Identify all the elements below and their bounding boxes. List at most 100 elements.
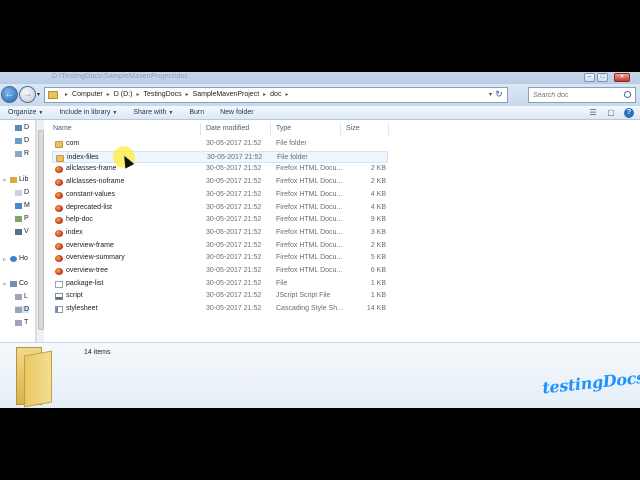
breadcrumb-samplemavenproject[interactable]: SampleMavenProject <box>191 91 262 98</box>
file-type: Firefox HTML Docu... <box>276 228 343 236</box>
command-bar: Organize ▼ Include in library ▼ Share with… <box>0 106 640 120</box>
file-date: 30-05-2017 21:52 <box>206 279 262 287</box>
file-row[interactable]: deprecated-list 30-05-2017 21:52 Firefox H… <box>52 202 388 215</box>
column-divider[interactable] <box>388 123 389 135</box>
file-row[interactable]: index-files 30-05-2017 21:52 File folder <box>52 150 388 164</box>
nav-item-documents[interactable]: D <box>15 189 29 196</box>
file-name: stylesheet <box>66 305 98 313</box>
column-header-size[interactable]: Size <box>346 125 360 132</box>
file-type: Firefox HTML Docu... <box>276 165 343 173</box>
nav-item-drive-d[interactable]: D <box>15 306 30 313</box>
chevron-down-icon: ▼ <box>112 110 118 116</box>
chevron-down-icon[interactable]: ▾ <box>489 91 492 98</box>
preview-pane-icon[interactable]: ▢ <box>606 108 616 117</box>
nav-item-recent[interactable]: R <box>15 150 29 157</box>
file-name: allclasses-noframe <box>66 178 125 186</box>
music-icon <box>15 202 22 209</box>
address-bar[interactable]: ▸ Computer ▸ D (D:) ▸ TestingDocs ▸ Samp… <box>44 87 508 103</box>
maximize-button[interactable]: □ <box>597 73 608 82</box>
chevron-right-icon[interactable]: ▸ <box>283 91 290 98</box>
refresh-icon[interactable]: ↻ <box>493 89 505 101</box>
file-row[interactable]: allclasses-frame 30-05-2017 21:52 Firefox … <box>52 163 388 176</box>
file-row[interactable]: overview-frame 30-05-2017 21:52 Firefox HT… <box>52 240 388 253</box>
nav-item-libraries[interactable]: Lib <box>10 176 28 183</box>
change-view-icon[interactable]: ☰ <box>588 108 598 117</box>
expand-arrow-icon[interactable]: ▿ <box>3 177 6 184</box>
chevron-right-icon[interactable]: ▸ <box>134 91 141 98</box>
jscript-icon <box>55 293 63 301</box>
file-size: 4 KB <box>370 203 386 211</box>
nav-item-homegroup[interactable]: Ho <box>10 255 28 262</box>
breadcrumb-doc[interactable]: doc <box>268 91 283 98</box>
navigation-scrollbar[interactable] <box>36 120 44 342</box>
recent-icon <box>15 150 22 157</box>
file-name: help-doc <box>66 216 93 224</box>
file-type: Firefox HTML Docu... <box>276 190 343 198</box>
back-button[interactable]: ← <box>1 86 18 103</box>
include-library-label: Include in library <box>59 109 111 116</box>
file-row[interactable]: constant-values 30-05-2017 21:52 Firefox H… <box>52 189 388 202</box>
nav-item-desktop[interactable]: D <box>15 124 29 131</box>
file-name: script <box>66 292 83 300</box>
file-name: allclasses-frame <box>66 165 117 173</box>
close-button[interactable]: ✕ <box>614 73 630 82</box>
search-box[interactable] <box>528 87 636 103</box>
chevron-right-icon[interactable]: ▸ <box>105 91 112 98</box>
burn-button[interactable]: Burn <box>181 109 212 116</box>
column-header-type[interactable]: Type <box>276 125 291 132</box>
nav-item-videos[interactable]: V <box>15 228 29 235</box>
file-row[interactable]: com 30-05-2017 21:52 File folder <box>52 138 388 151</box>
nav-item-computer[interactable]: Co <box>10 280 28 287</box>
file-date: 30-05-2017 21:52 <box>206 203 262 211</box>
firefox-html-icon <box>55 268 63 275</box>
search-icon[interactable] <box>624 91 631 98</box>
pictures-icon <box>15 215 22 222</box>
file-name: overview-tree <box>66 267 109 274</box>
title-bar[interactable]: D:\TestingDocs\SampleMavenProject\doc – … <box>0 72 640 84</box>
organize-menu[interactable]: Organize ▼ <box>0 109 51 116</box>
new-folder-button[interactable]: New folder <box>212 109 261 116</box>
chevron-right-icon[interactable]: ▸ <box>184 91 191 98</box>
nav-item-local-disk[interactable]: L <box>15 293 28 300</box>
share-with-label: Share with <box>133 109 167 116</box>
nav-item-downloads[interactable]: D <box>15 137 29 144</box>
forward-button[interactable]: → <box>19 86 36 103</box>
drive-icon <box>15 319 22 326</box>
chevron-right-icon[interactable]: ▸ <box>63 91 70 98</box>
file-row[interactable]: stylesheet 30-05-2017 21:52 Cascading Styl… <box>52 303 388 316</box>
column-divider[interactable] <box>200 123 201 135</box>
column-header-date[interactable]: Date modified <box>206 125 249 132</box>
file-date: 30-05-2017 21:52 <box>206 165 262 173</box>
search-input[interactable] <box>533 90 623 100</box>
file-row[interactable]: package-list 30-05-2017 21:52 File 1 KB <box>52 278 388 291</box>
column-divider[interactable] <box>270 123 271 135</box>
help-icon[interactable]: ? <box>624 108 634 118</box>
column-divider[interactable] <box>340 123 341 135</box>
file-name: package-list <box>66 279 104 287</box>
nav-item-drive-t[interactable]: T <box>15 319 28 326</box>
file-date: 30-05-2017 21:52 <box>206 178 262 186</box>
chevron-right-icon[interactable]: ▸ <box>261 91 268 98</box>
expand-arrow-icon[interactable]: ▹ <box>3 256 6 263</box>
breadcrumb-computer[interactable]: Computer <box>70 91 105 98</box>
expand-arrow-icon[interactable]: ▿ <box>3 281 6 288</box>
share-with-menu[interactable]: Share with ▼ <box>125 109 181 116</box>
minimize-button[interactable]: – <box>584 73 595 82</box>
folder-icon <box>56 154 64 162</box>
file-row[interactable]: script 30-05-2017 21:52 JScript Script Fil… <box>52 290 388 303</box>
breadcrumb-drive[interactable]: D (D:) <box>112 91 135 98</box>
homegroup-icon <box>10 255 17 262</box>
recent-pages-chevron-icon[interactable]: ▾ <box>37 91 40 98</box>
breadcrumb-testingdocs[interactable]: TestingDocs <box>141 91 183 98</box>
file-row[interactable]: overview-tree 30-05-2017 21:52 Firefox HTM… <box>52 265 388 278</box>
file-row[interactable]: index 30-05-2017 21:52 Firefox HTML Docu..… <box>52 227 388 240</box>
file-row[interactable]: help-doc 30-05-2017 21:52 Firefox HTML Doc… <box>52 214 388 227</box>
firefox-html-icon <box>55 204 63 212</box>
file-row[interactable]: overview-summary 30-05-2017 21:52 Firefox … <box>52 252 388 265</box>
nav-item-music[interactable]: M <box>15 202 30 209</box>
file-date: 30-05-2017 21:52 <box>206 190 262 198</box>
column-header-name[interactable]: Name <box>53 125 72 132</box>
nav-item-pictures[interactable]: P <box>15 215 29 222</box>
file-row[interactable]: allclasses-noframe 30-05-2017 21:52 Firefo… <box>52 176 388 189</box>
include-in-library-menu[interactable]: Include in library ▼ <box>51 109 125 116</box>
